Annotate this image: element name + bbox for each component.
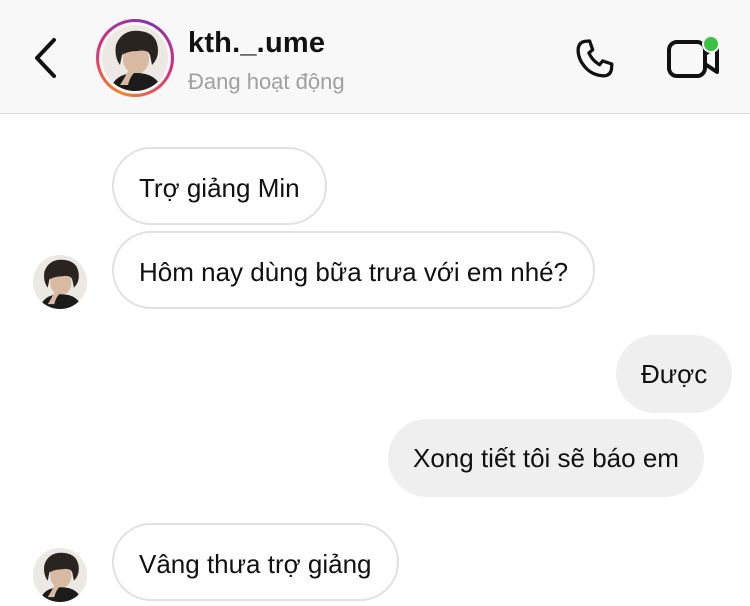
chat-header: kth._.ume Đang hoạt động [0, 0, 750, 114]
avatar [102, 25, 168, 91]
back-button[interactable] [26, 36, 66, 84]
message-bubble-outgoing[interactable]: Được [616, 335, 733, 413]
sender-avatar[interactable] [33, 548, 87, 602]
chevron-left-icon [32, 36, 60, 85]
message-bubble-outgoing[interactable]: Xong tiết tôi sẽ báo em [388, 419, 704, 497]
online-indicator [702, 35, 720, 53]
phone-icon [572, 36, 618, 87]
chat-username[interactable]: kth._.ume [188, 27, 325, 60]
profile-avatar-button[interactable] [96, 19, 174, 97]
chat-screen: kth._.ume Đang hoạt động Trợ giảng Min H… [0, 0, 750, 606]
message-bubble-incoming[interactable]: Trợ giảng Min [112, 147, 327, 225]
video-camera-icon [664, 40, 724, 92]
voice-call-button[interactable] [570, 36, 620, 86]
sender-avatar[interactable] [33, 255, 87, 309]
active-status: Đang hoạt động [188, 69, 345, 94]
message-bubble-incoming[interactable]: Vâng thưa trợ giảng [112, 523, 399, 601]
message-bubble-incoming[interactable]: Hôm nay dùng bữa trưa với em nhé? [112, 231, 596, 309]
